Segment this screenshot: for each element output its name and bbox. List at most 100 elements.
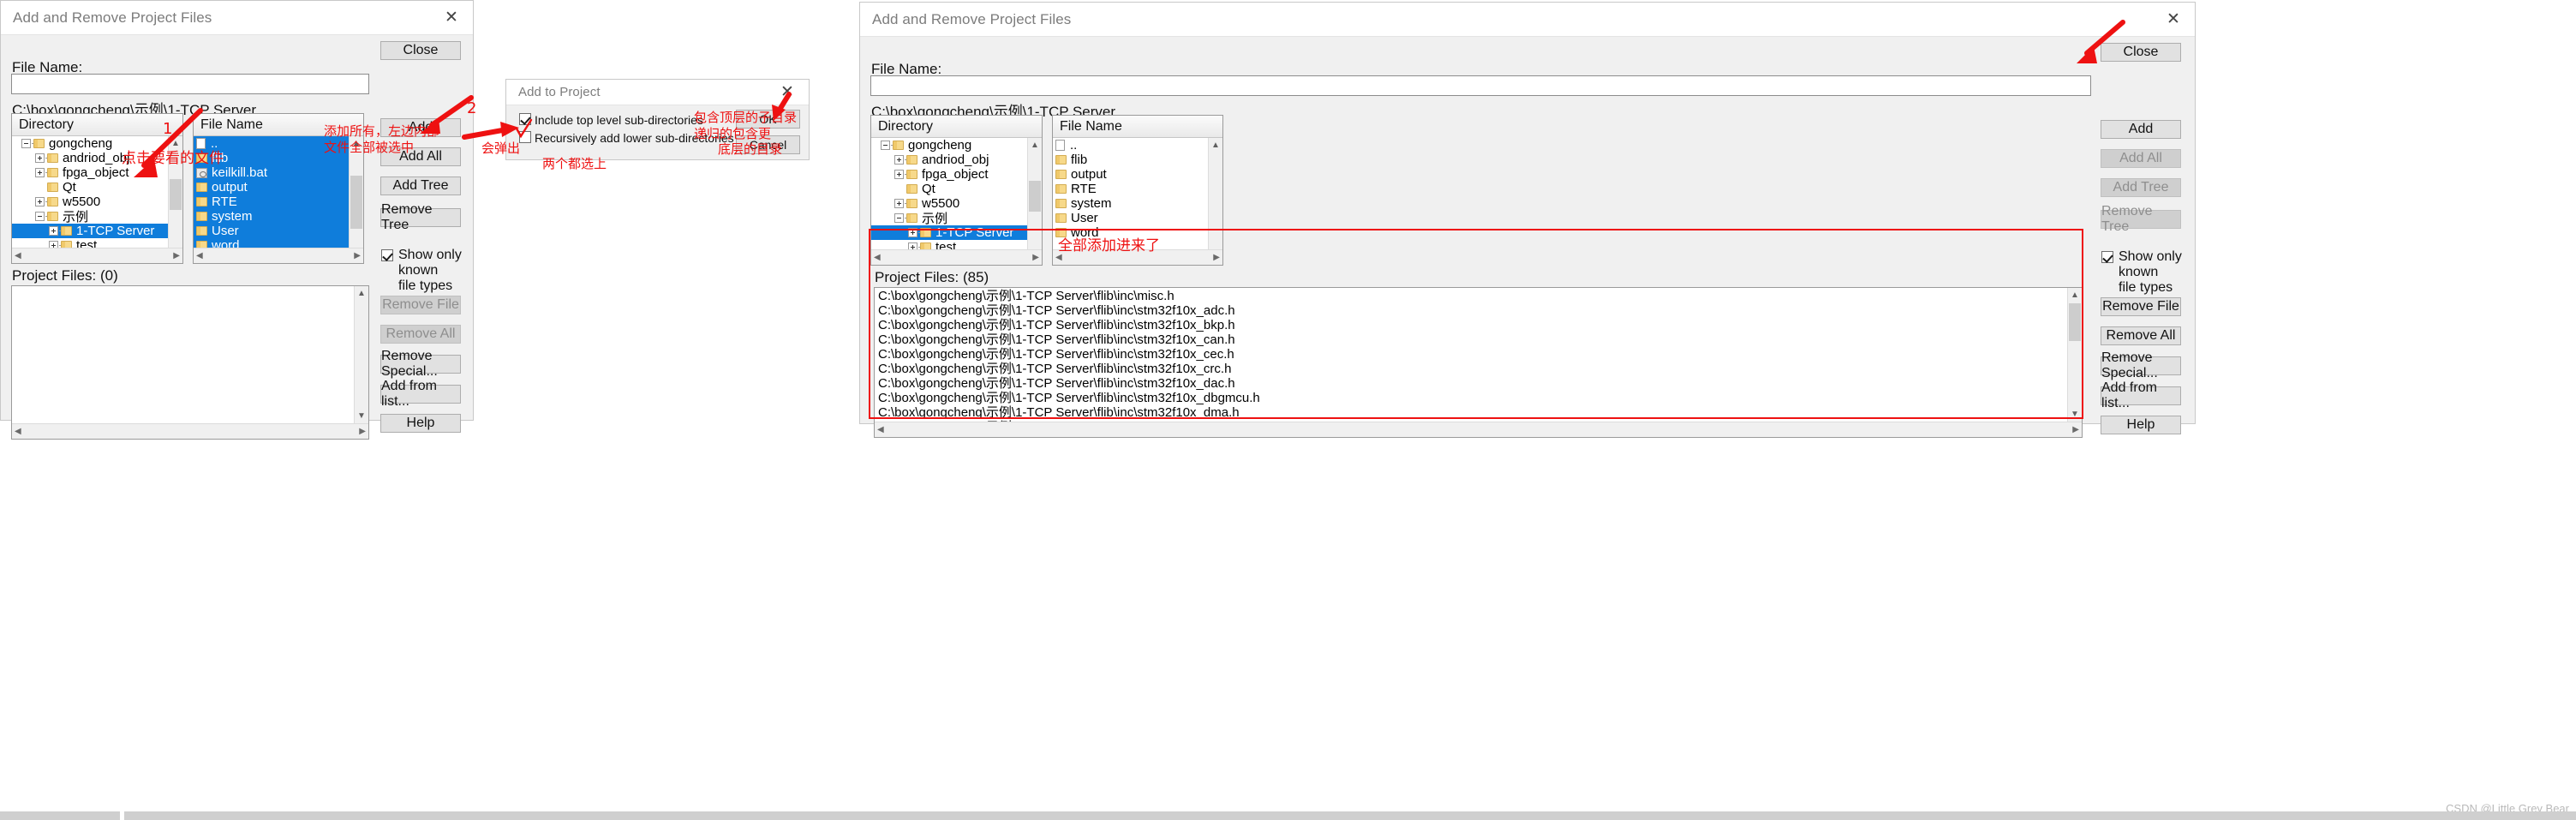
file-list-item[interactable]: flib: [1053, 153, 1208, 167]
right-directory-list[interactable]: gongcheng andriod_obj fpga_object Qt w5500 示例…: [871, 138, 1042, 249]
collapse-minus-icon[interactable]: [894, 213, 904, 223]
chevron-right-icon[interactable]: ▶: [2072, 425, 2079, 434]
left-project-files-items[interactable]: [12, 286, 354, 423]
chevron-up-icon[interactable]: ▲: [355, 286, 368, 301]
chevron-up-icon[interactable]: ▲: [1209, 138, 1222, 153]
chevron-left-icon[interactable]: ◀: [15, 251, 21, 260]
right-directory-vscrollbar[interactable]: ▲: [1027, 138, 1042, 249]
expand-plus-icon[interactable]: [908, 242, 917, 249]
left-remove-file-button[interactable]: Remove File: [380, 296, 461, 314]
tree-item[interactable]: 1-TCP Server: [871, 225, 1027, 240]
right-project-vscrollbar[interactable]: ▲ ▼: [2067, 288, 2082, 422]
expand-plus-icon[interactable]: [35, 168, 45, 177]
left-add-tree-button[interactable]: Add Tree: [380, 177, 461, 195]
left-project-hscrollbar[interactable]: ◀ ▶: [12, 423, 368, 439]
tree-item[interactable]: 示例: [12, 209, 168, 224]
right-directory-hscrollbar[interactable]: ◀ ▶: [871, 249, 1042, 265]
close-icon[interactable]: ✕: [2161, 9, 2186, 31]
expand-plus-icon[interactable]: [49, 226, 58, 236]
collapse-minus-icon[interactable]: [881, 141, 890, 150]
left-help-button[interactable]: Help: [380, 414, 461, 433]
chevron-up-icon[interactable]: ▲: [1028, 138, 1042, 153]
tree-item[interactable]: test: [871, 240, 1027, 249]
right-add-all-button[interactable]: Add All: [2101, 149, 2181, 168]
chevron-left-icon[interactable]: ◀: [15, 427, 21, 436]
right-add-button[interactable]: Add: [2101, 120, 2181, 139]
expand-plus-icon[interactable]: [894, 170, 904, 179]
include-top-level-checkbox[interactable]: Include top level sub-directories: [519, 112, 703, 128]
tree-item[interactable]: Qt: [871, 182, 1027, 196]
file-list-item[interactable]: RTE: [1053, 182, 1208, 196]
right-project-files-items[interactable]: C:\box\gongcheng\示例\1-TCP Server\flib\in…: [875, 288, 2067, 422]
file-list-item[interactable]: RTE: [194, 195, 349, 209]
chevron-left-icon[interactable]: ◀: [196, 251, 203, 260]
chevron-down-icon[interactable]: ▼: [2068, 407, 2082, 422]
chevron-right-icon[interactable]: ▶: [1213, 253, 1220, 262]
tree-item[interactable]: fpga_object: [871, 167, 1027, 182]
tree-item[interactable]: w5500: [871, 196, 1027, 211]
file-list-item[interactable]: ..: [1053, 138, 1208, 153]
right-add-from-list-button[interactable]: Add from list...: [2101, 380, 2181, 410]
left-project-vscrollbar[interactable]: ▲ ▼: [354, 286, 368, 423]
chevron-up-icon[interactable]: ▲: [2068, 288, 2082, 302]
chevron-left-icon[interactable]: ◀: [874, 253, 881, 262]
left-remove-special-button[interactable]: Remove Special...: [380, 349, 461, 379]
right-file-vscrollbar[interactable]: ▲: [1208, 138, 1222, 249]
chevron-right-icon[interactable]: ▶: [354, 251, 361, 260]
left-file-hscrollbar[interactable]: ◀ ▶: [194, 248, 363, 263]
left-project-files-list[interactable]: [12, 286, 368, 423]
left-remove-all-button[interactable]: Remove All: [380, 325, 461, 344]
file-list-item[interactable]: keilkill.bat: [194, 165, 349, 180]
expand-plus-icon[interactable]: [908, 228, 917, 237]
scroll-thumb[interactable]: [1029, 181, 1041, 212]
collapse-minus-icon[interactable]: [21, 139, 31, 148]
file-list-item[interactable]: word: [194, 238, 349, 248]
right-project-files-pane[interactable]: C:\box\gongcheng\示例\1-TCP Server\flib\in…: [874, 287, 2083, 438]
left-file-name-input[interactable]: [11, 74, 369, 94]
file-list-item[interactable]: system: [194, 209, 349, 224]
tree-item[interactable]: 示例: [871, 211, 1027, 226]
chevron-left-icon[interactable]: ◀: [877, 425, 884, 434]
expand-plus-icon[interactable]: [894, 155, 904, 165]
checkbox-checkmark-icon[interactable]: [381, 249, 393, 261]
left-project-files-pane[interactable]: ▲ ▼ ◀ ▶: [11, 285, 369, 440]
tree-item[interactable]: 1-TCP Server: [12, 224, 168, 238]
right-remove-file-button[interactable]: Remove File: [2101, 297, 2181, 316]
tree-item[interactable]: andriod_obj: [871, 153, 1027, 167]
collapse-minus-icon[interactable]: [35, 212, 45, 221]
chevron-right-icon[interactable]: ▶: [173, 251, 180, 260]
file-list-item[interactable]: output: [194, 180, 349, 195]
file-list-item[interactable]: User: [194, 224, 349, 238]
right-remove-special-button[interactable]: Remove Special...: [2101, 350, 2181, 380]
chevron-right-icon[interactable]: ▶: [359, 427, 366, 436]
file-list-item[interactable]: system: [1053, 196, 1208, 211]
expand-plus-icon[interactable]: [49, 241, 58, 248]
expand-plus-icon[interactable]: [35, 153, 45, 163]
checkbox-checkmark-icon[interactable]: [2101, 251, 2113, 263]
right-help-button[interactable]: Help: [2101, 416, 2181, 434]
right-tree-items[interactable]: gongcheng andriod_obj fpga_object Qt w5500 示例…: [871, 138, 1027, 249]
right-add-tree-button[interactable]: Add Tree: [2101, 178, 2181, 197]
chevron-right-icon[interactable]: ▶: [1032, 253, 1039, 262]
tree-item[interactable]: test: [12, 238, 168, 248]
chevron-down-icon[interactable]: ▼: [355, 409, 368, 423]
left-add-from-list-button[interactable]: Add from list...: [380, 379, 461, 409]
right-project-files-list[interactable]: C:\box\gongcheng\示例\1-TCP Server\flib\in…: [875, 288, 2082, 422]
right-file-name-input[interactable]: [870, 75, 2091, 96]
scroll-thumb[interactable]: [350, 176, 362, 229]
expand-plus-icon[interactable]: [894, 199, 904, 208]
scroll-thumb[interactable]: [2069, 303, 2081, 341]
right-project-hscrollbar[interactable]: ◀ ▶: [875, 422, 2082, 437]
right-remove-all-button[interactable]: Remove All: [2101, 326, 2181, 345]
left-directory-hscrollbar[interactable]: ◀ ▶: [12, 248, 182, 263]
left-close-button[interactable]: Close: [380, 41, 461, 60]
right-show-known-checkbox[interactable]: Show only known file types: [2101, 249, 2187, 296]
close-icon[interactable]: ✕: [439, 7, 464, 29]
file-list-item[interactable]: User: [1053, 211, 1208, 225]
left-remove-tree-button[interactable]: Remove Tree: [380, 202, 461, 232]
tree-item[interactable]: gongcheng: [871, 138, 1027, 153]
expand-plus-icon[interactable]: [35, 197, 45, 206]
left-show-known-checkbox[interactable]: Show only known file types: [381, 248, 467, 294]
file-list-item[interactable]: output: [1053, 167, 1208, 182]
right-remove-tree-button[interactable]: Remove Tree: [2101, 204, 2181, 234]
